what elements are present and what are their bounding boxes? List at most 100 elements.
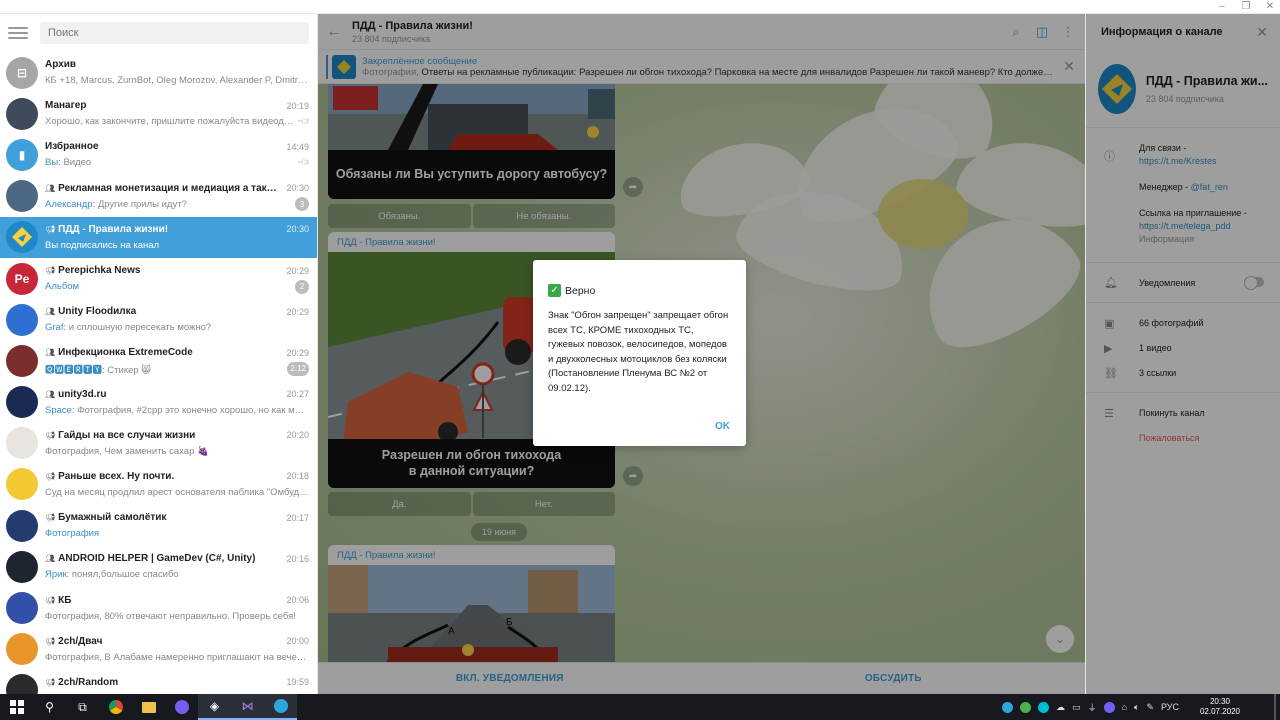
avatar — [6, 550, 38, 583]
unread-badge: 3 — [295, 197, 309, 212]
clock-time: 20:30 — [1209, 697, 1230, 706]
file-explorer-icon[interactable] — [132, 694, 165, 720]
group-icon: 👥︎ — [45, 348, 56, 358]
chat-list-sidebar: ⊟ Архив КБ +18, Marcus, ZurnBot, Oleg Moro… — [0, 14, 318, 694]
volume-icon[interactable]: 🔈︎ — [1134, 702, 1139, 713]
chat-preview-sender: Space: — [45, 404, 78, 416]
minimize-button[interactable]: – — [1216, 0, 1228, 14]
chat-list-item[interactable]: ▮ Избранное 14:49 Вы: Видео 📌︎ — [0, 134, 317, 175]
chat-title: Манагер — [45, 100, 87, 112]
telegram-tray-icon[interactable] — [1002, 701, 1014, 713]
chat-time: 20:30 — [286, 183, 309, 194]
chrome-icon[interactable] — [99, 694, 132, 720]
maximize-button[interactable]: ❐ — [1240, 0, 1252, 14]
chat-time: 20:18 — [286, 471, 309, 482]
chat-list-item[interactable]: 👥︎ ANDROID HELPER | GameDev (C#, Unity) 20… — [0, 546, 317, 587]
chat-list-item[interactable]: 👥︎ Рекламная монетизация и медиация а так… — [0, 176, 317, 217]
viber-tray-icon[interactable] — [1103, 701, 1115, 713]
chat-title: Unity Floodилка — [58, 306, 137, 318]
cloud-icon[interactable]: ☁ — [1056, 702, 1065, 713]
chat-list-item[interactable]: 👥︎ Unity Floodилка 20:29 Graf: и сплошную п… — [0, 299, 317, 340]
chat-list-item[interactable]: Pe 📢︎ Perepichka News 20:29 Альбом 2 — [0, 258, 317, 299]
search-icon[interactable]: ⚲ — [33, 694, 66, 720]
chat-preview: Хорошо, как закончите, пришлите пожалуйс… — [45, 116, 294, 127]
chat-preview: 🆀🆆🅴🆁🆃🆈: Стикер 😸 — [45, 362, 283, 376]
megaphone-icon: 📢︎ — [45, 471, 56, 481]
chat-preview-text: Вы подписались на канал — [45, 239, 160, 251]
chat-list-item[interactable]: 📢︎ Раньше всех. Ну почти. 20:18 Суд на меся… — [0, 464, 317, 505]
chat-preview-text: Альбом — [45, 281, 80, 293]
chat-preview-text: Стикер 😸 — [107, 364, 152, 376]
viber-icon[interactable] — [165, 694, 198, 720]
chat-time: 20:29 — [286, 306, 309, 317]
chat-title: Архив — [45, 59, 77, 71]
battery-icon[interactable]: ▭ — [1072, 702, 1081, 713]
chat-preview-text: Фотография, #2срр это конечно хорошо, но… — [77, 404, 309, 416]
chat-list-item[interactable]: 📢︎ 2ch/Random 19:59 — [0, 670, 317, 694]
chat-list-item[interactable]: ⊟ Архив КБ +18, Marcus, ZurnBot, Oleg Moro… — [0, 52, 317, 93]
group-icon: 👥︎ — [45, 183, 56, 193]
chat-list-item[interactable]: 👥︎ unity3d.ru 20:27 Space: Фотография, #2ср… — [0, 382, 317, 423]
avatar: ⊟ — [6, 56, 38, 89]
avatar — [6, 386, 38, 419]
chat-list-item[interactable]: 📢︎ КБ 20:06 Фотография, 80% отвечают неправ… — [0, 587, 317, 628]
close-window-button[interactable]: ✕ — [1264, 0, 1276, 14]
chat-list-item[interactable]: Манагер 20:19 Хорошо, как закончите, пришл… — [0, 93, 317, 134]
megaphone-icon: 📢︎ — [45, 595, 56, 605]
chat-title: Рекламная монетизация и медиация а также… — [58, 182, 282, 194]
telegram-icon[interactable] — [264, 694, 297, 720]
show-desktop-button[interactable] — [1274, 694, 1276, 720]
chat-preview: Фотография, 80% отвечают неправильно. Пр… — [45, 611, 309, 622]
task-view-icon[interactable]: ⧉ — [66, 694, 99, 720]
modal-backdrop[interactable] — [1086, 14, 1280, 694]
chat-preview: КБ +18, Marcus, ZurnBot, Oleg Morozov, A… — [45, 75, 309, 86]
avatar — [6, 633, 38, 666]
megaphone-icon: 📢︎ — [45, 513, 56, 523]
chat-time: 20:16 — [286, 553, 309, 564]
group-icon: 👥︎ — [45, 554, 56, 564]
chat-time: 20:06 — [286, 595, 309, 606]
avatar — [6, 221, 38, 254]
chat-time: 20:20 — [286, 430, 309, 441]
chat-preview-sender: Александр: — [45, 198, 98, 210]
avatar: ▮ — [6, 138, 38, 171]
chat-preview: Вы: Видео — [45, 157, 294, 168]
chat-preview-text: Хорошо, как закончите, пришлите пожалуйс… — [45, 116, 294, 128]
chat-list-item[interactable]: 📢︎ 2ch/Двач 20:00 Фотография, В Алабаме нам… — [0, 629, 317, 670]
chat-preview-text: Фотография — [45, 528, 100, 540]
search-input[interactable] — [40, 22, 309, 44]
chat-preview-text: Фотография, 80% отвечают неправильно. Пр… — [45, 610, 296, 622]
system-clock[interactable]: 20:30 02.07.2020 — [1200, 694, 1240, 720]
avatar — [6, 344, 38, 377]
megaphone-icon: 📢︎ — [45, 677, 56, 687]
tray-app-icon[interactable] — [1020, 701, 1032, 713]
chat-preview: Фотография, Чем заменить сахар 🍇 — [45, 446, 309, 457]
chat-preview-sender: Ярик: — [45, 569, 72, 581]
chat-preview: Суд на месяц продлил арест основателя па… — [45, 487, 309, 498]
chat-title: 2ch/Двач — [58, 635, 103, 647]
avatar — [6, 180, 38, 213]
network-icon[interactable]: ⌂ — [1122, 702, 1127, 712]
chat-list-item[interactable]: 📢︎ ПДД - Правила жизни! 20:30 Вы подписалис… — [0, 216, 317, 258]
chat-preview-text: Фотография, В Алабаме намеренно приглаша… — [45, 651, 309, 663]
hamburger-menu-icon[interactable] — [8, 23, 28, 43]
unity-icon[interactable]: ◈ — [198, 694, 231, 720]
chat-list-item[interactable]: 👥︎ Инфекционка ExtremeCode 20:29 🆀🆆🅴🆁🆃🆈: Ст… — [0, 340, 317, 381]
usb-icon[interactable]: ⏚ — [1088, 701, 1097, 714]
clock-date: 02.07.2020 — [1199, 707, 1240, 716]
megaphone-icon: 📢︎ — [45, 430, 56, 440]
visual-studio-icon[interactable]: ⋈ — [231, 694, 264, 720]
dialog-text: Знак "Обгон запрещен" запрещает обгон вс… — [548, 310, 729, 394]
chat-title: Инфекционка ExtremeCode — [58, 347, 193, 359]
language-indicator[interactable]: РУС — [1161, 702, 1179, 712]
windows-start-icon[interactable] — [0, 694, 33, 720]
chat-title: Гайды на все случаи жизни — [58, 429, 196, 441]
chat-list-item[interactable]: 📢︎ Гайды на все случаи жизни 20:20 Фотограф… — [0, 423, 317, 464]
chat-list: ⊟ Архив КБ +18, Marcus, ZurnBot, Oleg Moro… — [0, 52, 317, 694]
pen-icon[interactable]: ✎ — [1146, 702, 1154, 713]
skype-tray-icon[interactable] — [1038, 701, 1050, 713]
group-icon: 👥︎ — [45, 307, 56, 317]
chat-list-item[interactable]: 📢︎ Бумажный самолётик 20:17 Фотография — [0, 505, 317, 546]
ok-button[interactable]: OK — [715, 421, 730, 432]
group-icon: 👥︎ — [45, 389, 56, 399]
